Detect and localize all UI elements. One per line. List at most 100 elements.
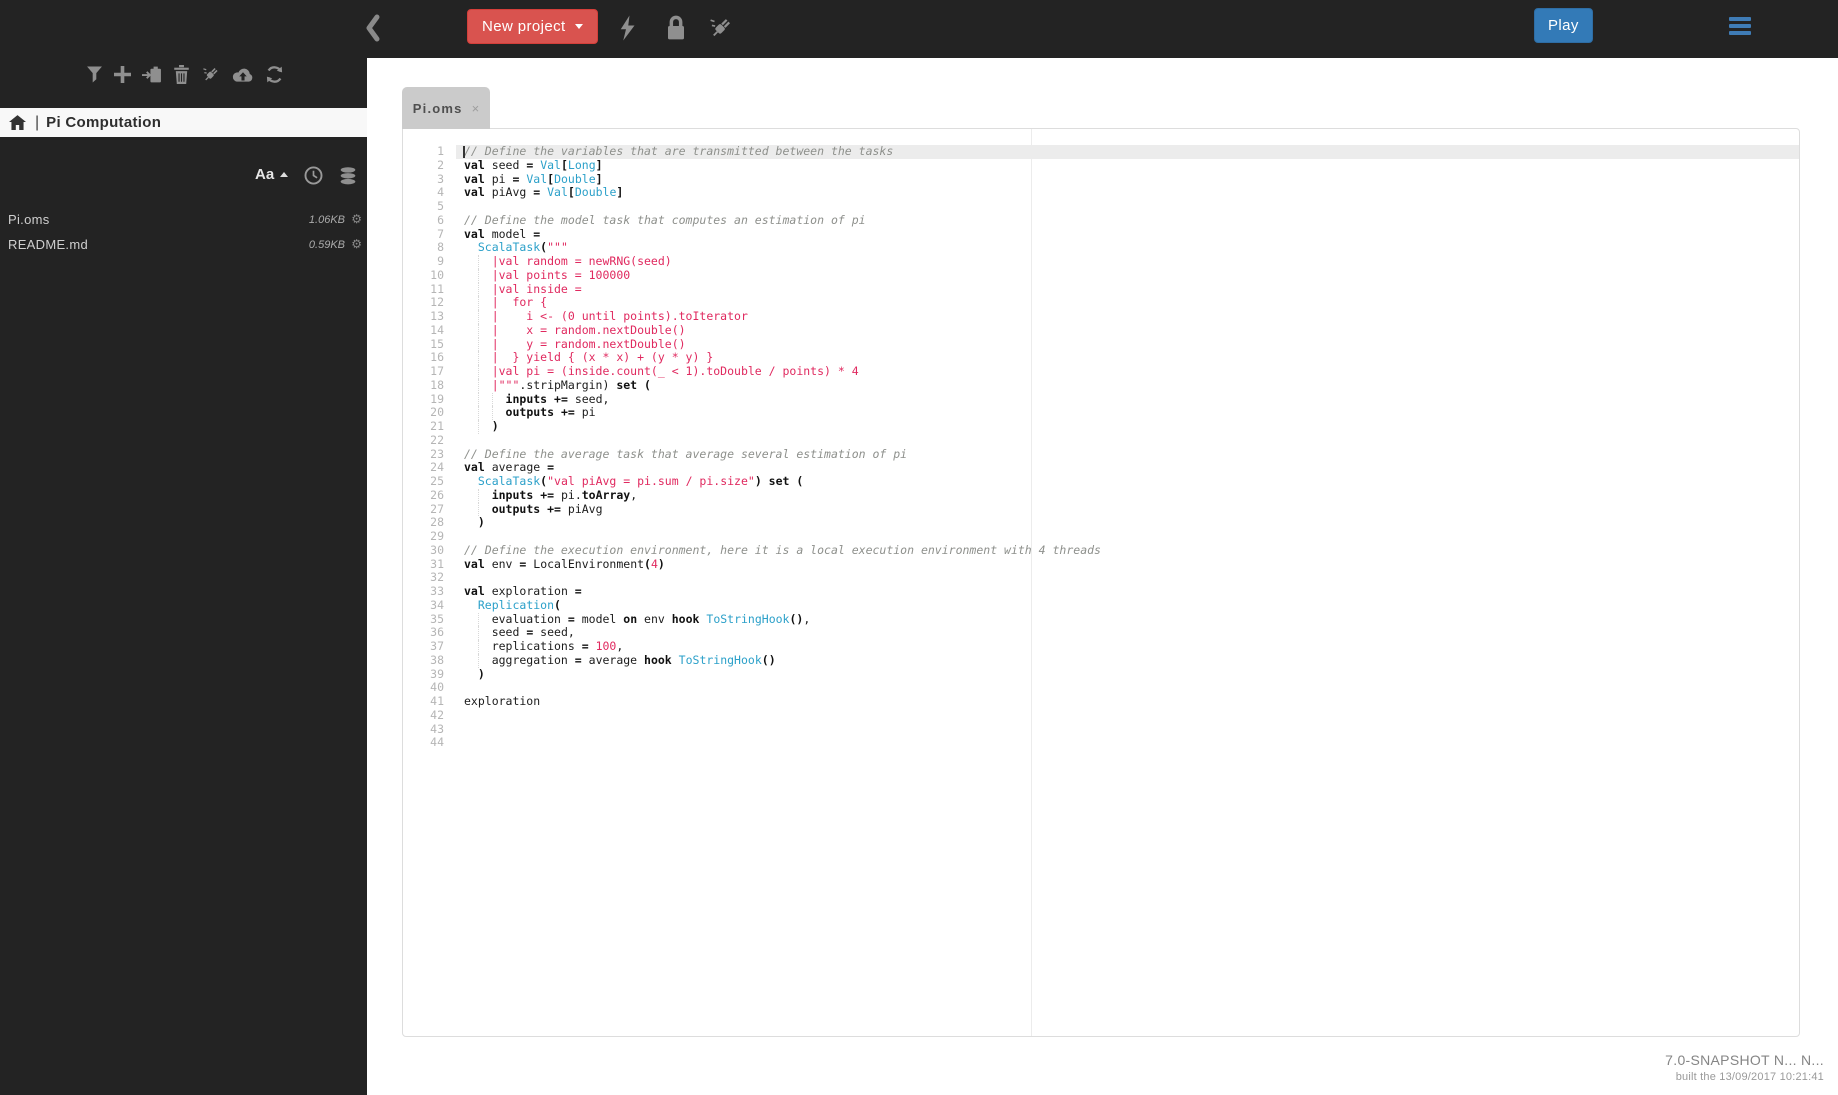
paste-icon[interactable] <box>142 65 162 84</box>
code-line[interactable]: 6// Define the model task that computes … <box>403 213 1799 228</box>
code-line[interactable]: 44 <box>403 735 1799 750</box>
database-icon[interactable] <box>339 167 357 185</box>
line-number: 3 <box>437 171 444 186</box>
code-line[interactable]: 24 val average = <box>403 460 1799 475</box>
code-line[interactable]: 18 |""".stripMargin) set ( <box>403 378 1799 393</box>
code-line[interactable]: 31 val env = LocalEnvironment(4) <box>403 557 1799 572</box>
text-cursor <box>463 146 465 158</box>
code-line[interactable]: 10 |val points = 100000 <box>403 268 1799 283</box>
line-number: 28 <box>430 515 444 530</box>
project-band: | Pi Computation <box>0 108 367 137</box>
code-line[interactable]: 1// Define the variables that are transm… <box>403 144 1799 159</box>
code-line[interactable]: 29 <box>403 529 1799 544</box>
line-number: 8 <box>437 240 444 255</box>
line-number: 16 <box>430 350 444 365</box>
file-size: 1.06KB <box>308 214 345 226</box>
code-line[interactable]: 40 <box>403 680 1799 695</box>
tab-pi-oms[interactable]: Pi.oms × <box>402 87 490 129</box>
code-editor[interactable]: 1// Define the variables that are transm… <box>402 128 1800 1037</box>
new-project-button[interactable]: New project <box>467 9 598 44</box>
code-line[interactable]: 9 |val random = newRNG(seed) <box>403 254 1799 269</box>
code-line[interactable]: 14 | x = random.nextDouble() <box>403 322 1799 338</box>
code-line[interactable]: 38 aggregation = average hook ToStringHo… <box>403 653 1799 668</box>
code-line[interactable]: 35 evaluation = model on env hook ToStri… <box>403 612 1799 627</box>
code-line[interactable]: 12 | for { <box>403 295 1799 310</box>
code-line[interactable]: 11 |val inside = <box>403 282 1799 297</box>
code-line[interactable]: 42 <box>403 708 1799 723</box>
version-label: 7.0-SNAPSHOT N... N... <box>1665 1052 1824 1068</box>
code-line[interactable]: 32 <box>403 570 1799 585</box>
line-number: 39 <box>430 666 444 681</box>
code-line[interactable]: 25 ScalaTask("val piAvg = pi.sum / pi.si… <box>403 474 1799 489</box>
sort-row: Aa <box>0 164 367 190</box>
file-size: 0.59KB <box>308 239 345 251</box>
lock-icon[interactable] <box>664 14 688 42</box>
clock-icon[interactable] <box>304 166 323 185</box>
line-number: 23 <box>430 446 444 461</box>
openmole-app: New project Play | Pi Computation Aa Pi.… <box>0 0 1838 1095</box>
code-line[interactable]: 43 <box>403 722 1799 737</box>
code-line[interactable]: 22 <box>403 432 1799 448</box>
gear-icon[interactable]: ⚙ <box>351 212 362 226</box>
code-line[interactable]: 8 ScalaTask(""" <box>403 240 1799 255</box>
refresh-icon[interactable] <box>265 65 284 84</box>
build-date-label: built the 13/09/2017 10:21:41 <box>1675 1071 1824 1083</box>
code-line[interactable]: 20 outputs += pi <box>403 405 1799 420</box>
code-line[interactable]: 15 | y = random.nextDouble() <box>403 336 1799 352</box>
home-icon[interactable] <box>9 115 26 130</box>
code-line[interactable]: 23// Define the average task that averag… <box>403 446 1799 462</box>
code-line[interactable]: 21 ) <box>403 419 1799 434</box>
line-number: 26 <box>430 487 444 502</box>
plug-icon[interactable] <box>708 14 734 42</box>
code-line[interactable]: 28 ) <box>403 515 1799 530</box>
line-number: 14 <box>430 322 444 337</box>
code-line[interactable]: 27 outputs += piAvg <box>403 502 1799 517</box>
code-line[interactable]: 37 replications = 100, <box>403 639 1799 654</box>
file-name[interactable]: README.md <box>8 237 88 252</box>
line-number: 25 <box>430 474 444 488</box>
line-number: 15 <box>430 336 444 351</box>
code-line[interactable]: 16 | } yield { (x * x) + (y * y) } <box>403 350 1799 365</box>
code-line[interactable]: 39 ) <box>403 666 1799 682</box>
filter-icon[interactable] <box>86 65 103 84</box>
code-line[interactable]: 34 Replication( <box>403 598 1799 613</box>
code-line[interactable]: 19 inputs += seed, <box>403 392 1799 407</box>
code-line[interactable]: 13 | i <- (0 until points).toIterator <box>403 309 1799 324</box>
file-row-pi-oms[interactable]: Pi.oms 1.06KB ⚙ <box>0 208 367 233</box>
code-line[interactable]: 26 inputs += pi.toArray, <box>403 487 1799 503</box>
code-line[interactable]: 3 val pi = Val[Double] <box>403 171 1799 187</box>
code-line[interactable]: 36 seed = seed, <box>403 625 1799 640</box>
line-number: 41 <box>430 694 444 708</box>
code-line[interactable]: 30// Define the execution environment, h… <box>403 542 1799 558</box>
line-number: 40 <box>430 680 444 695</box>
play-button[interactable]: Play <box>1534 8 1593 43</box>
code-line[interactable]: 4 val piAvg = Val[Double] <box>403 185 1799 200</box>
bolt-icon[interactable] <box>617 15 637 41</box>
code-line[interactable]: 2 val seed = Val[Long] <box>403 157 1799 173</box>
gear-icon[interactable]: ⚙ <box>351 237 362 251</box>
back-chevron-icon[interactable] <box>364 13 382 43</box>
chevron-up-icon <box>280 172 289 177</box>
delete-icon[interactable] <box>173 65 190 84</box>
line-number: 30 <box>430 542 444 557</box>
code-line[interactable]: 5 <box>403 199 1799 214</box>
sidebar: | Pi Computation Aa Pi.oms 1.06KB ⚙ READ… <box>0 58 367 1095</box>
alpha-sort-button[interactable]: Aa <box>255 166 289 183</box>
line-number: 2 <box>437 157 444 172</box>
line-number: 1 <box>437 144 444 158</box>
code-line[interactable]: 41 exploration <box>403 694 1799 709</box>
chevron-down-icon <box>574 24 583 29</box>
line-number: 22 <box>430 432 444 447</box>
upload-icon[interactable] <box>232 66 254 83</box>
hamburger-menu-icon[interactable] <box>1729 17 1751 38</box>
plug-icon[interactable] <box>201 65 221 84</box>
file-name[interactable]: Pi.oms <box>8 212 50 227</box>
file-row-readme-md[interactable]: README.md 0.59KB ⚙ <box>0 233 367 258</box>
line-number: 20 <box>430 405 444 420</box>
code-line[interactable]: 7 val model = <box>403 227 1799 242</box>
code-line[interactable]: 17 |val pi = (inside.count(_ < 1).toDoub… <box>403 364 1799 379</box>
add-file-icon[interactable] <box>114 66 131 83</box>
code-line[interactable]: 33 val exploration = <box>403 584 1799 599</box>
close-tab-icon[interactable]: × <box>472 101 480 116</box>
project-title: Pi Computation <box>46 114 162 131</box>
